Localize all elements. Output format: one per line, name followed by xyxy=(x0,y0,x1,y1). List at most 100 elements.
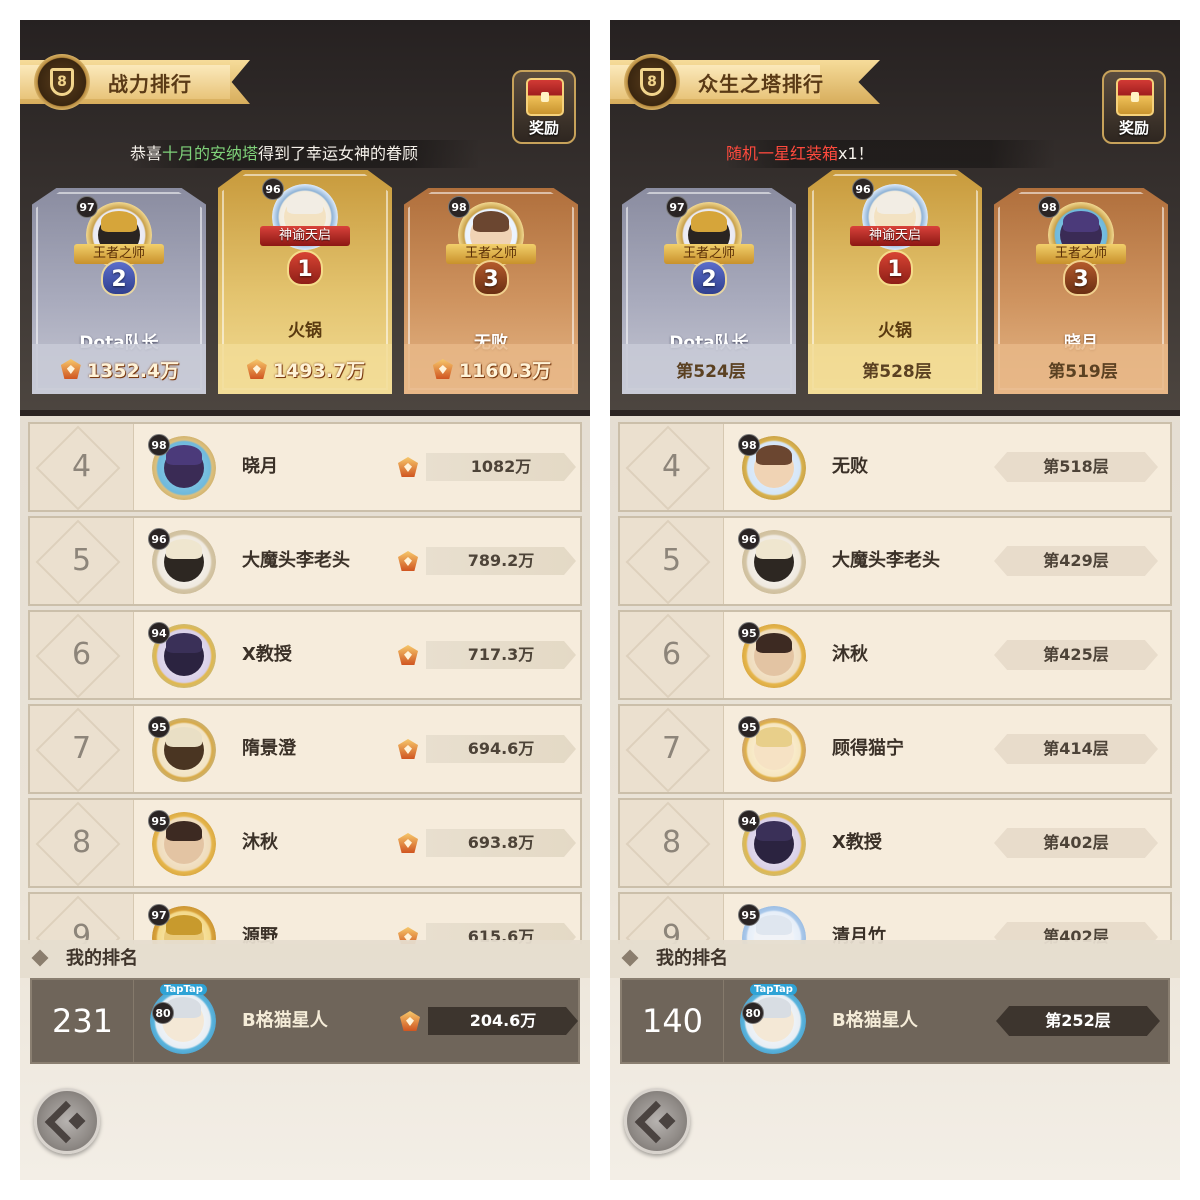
power-value: 1160.3万 xyxy=(404,344,578,394)
ranking-row[interactable]: 5 96 大魔头李老头 第429层 xyxy=(618,516,1172,606)
level-badge: 96 xyxy=(852,178,874,200)
floor-value: 第429层 xyxy=(994,546,1158,576)
ranking-row[interactable]: 7 95 隋景澄 694.6万 xyxy=(28,704,582,794)
floor-value-text: 第519层 xyxy=(1048,361,1118,382)
rank-medal: 2 xyxy=(101,260,137,296)
my-rank-label: 我的排名 xyxy=(656,948,728,969)
level-badge: 97 xyxy=(666,196,688,218)
power-value: 693.8万 xyxy=(396,828,576,858)
tower-ranking-panel: 8 众生之塔排行 奖励 随机一星红装箱x1！ 97 王者之师 2 Dota队长 … xyxy=(610,20,1180,1180)
my-rank-label: 我的排名 xyxy=(66,948,138,969)
podium-first[interactable]: 96 神谕天启 1 火锅 1493.7万 xyxy=(218,170,392,394)
power-value: 789.2万 xyxy=(396,546,576,576)
avatar: 98 xyxy=(148,434,216,500)
podium-third[interactable]: 98 王者之师 3 无败 1160.3万 xyxy=(404,188,578,394)
ranking-row[interactable]: 8 95 沐秋 693.8万 xyxy=(28,798,582,888)
floor-value: 第519层 xyxy=(994,344,1168,394)
player-name: 晓月 xyxy=(242,456,278,477)
power-icon xyxy=(396,643,420,667)
rank-number: 9 xyxy=(620,894,724,944)
my-rank-number: 231 xyxy=(32,980,134,1062)
announcement-marquee: 恭喜十月的安纳塔得到了幸运女神的眷顾 xyxy=(130,140,480,168)
back-button[interactable] xyxy=(624,1088,690,1154)
level-badge: 96 xyxy=(738,528,760,550)
player-name: B格猫星人 xyxy=(242,1010,328,1031)
player-name: 沐秋 xyxy=(242,832,278,853)
avatar: 96 xyxy=(738,528,806,594)
avatar: 95 xyxy=(148,810,216,876)
my-rank-row[interactable]: 231 TapTap 80 B格猫星人 204.6万 xyxy=(30,978,580,1064)
rank-medal: 3 xyxy=(1063,260,1099,296)
podium-second[interactable]: 97 王者之师 2 Dota队长 第524层 xyxy=(622,188,796,394)
ranking-row[interactable]: 4 98 晓月 1082万 xyxy=(28,422,582,512)
ranking-row[interactable]: 8 94 X教授 第402层 xyxy=(618,798,1172,888)
podium-third[interactable]: 98 王者之师 3 晓月 第519层 xyxy=(994,188,1168,394)
floor-value-text: 第524层 xyxy=(676,361,746,382)
avatar: 95 xyxy=(738,716,806,782)
reward-button[interactable]: 奖励 xyxy=(512,70,576,144)
player-name: 大魔头李老头 xyxy=(242,550,350,571)
power-value: 694.6万 xyxy=(396,734,576,764)
rank-number: 8 xyxy=(620,800,724,886)
power-icon xyxy=(431,357,455,381)
rank-number: 5 xyxy=(30,518,134,604)
taptap-badge: TapTap xyxy=(750,984,797,995)
power-value-text: 1493.7万 xyxy=(272,359,366,382)
taptap-badge: TapTap xyxy=(160,984,207,995)
my-rank-header: 我的排名 xyxy=(20,940,590,978)
player-name: 顾得猫宁 xyxy=(832,738,904,759)
player-name: B格猫星人 xyxy=(832,1010,918,1031)
player-name: X教授 xyxy=(832,832,882,853)
avatar: 97 xyxy=(148,904,216,944)
level-badge: 98 xyxy=(148,434,170,456)
ranking-row[interactable]: 4 98 无败 第518层 xyxy=(618,422,1172,512)
back-button[interactable] xyxy=(34,1088,100,1154)
ranking-row[interactable]: 7 95 顾得猫宁 第414层 xyxy=(618,704,1172,794)
level-badge: 96 xyxy=(148,528,170,550)
ranking-row[interactable]: 9 95 清月竹 第402层 xyxy=(618,892,1172,944)
avatar: 96 xyxy=(148,528,216,594)
ranking-row[interactable]: 6 95 沐秋 第425层 xyxy=(618,610,1172,700)
marquee-player-name: 十月的安纳塔 xyxy=(162,144,259,163)
ranking-list[interactable]: 4 98 晓月 1082万 5 96 大魔头李老头 789.2万 6 94 X教… xyxy=(28,422,582,944)
podium-second[interactable]: 97 王者之师 2 Dota队长 1352.4万 xyxy=(32,188,206,394)
power-value: 1082万 xyxy=(396,452,576,482)
power-value: 717.3万 xyxy=(396,640,576,670)
rank-number: 8 xyxy=(30,800,134,886)
player-name: 火锅 xyxy=(288,321,322,341)
title-banner: 神谕天启 xyxy=(260,226,350,246)
player-name: X教授 xyxy=(242,644,292,665)
avatar: 94 xyxy=(148,622,216,688)
avatar: TapTap 80 xyxy=(150,984,216,1054)
rank-medal: 1 xyxy=(877,250,913,286)
level-badge: 98 xyxy=(1038,196,1060,218)
rank-number: 4 xyxy=(30,424,134,510)
floor-value: 第402层 xyxy=(994,828,1158,858)
page-title: 战力排行 xyxy=(108,72,192,96)
ranking-list[interactable]: 4 98 无败 第518层 5 96 大魔头李老头 第429层 6 95 沐秋 … xyxy=(618,422,1172,944)
level-badge: 95 xyxy=(738,904,760,926)
floor-value-text: 第528层 xyxy=(862,361,932,382)
floor-value: 第518层 xyxy=(994,452,1158,482)
my-rank-row[interactable]: 140 TapTap 80 B格猫星人 第252层 xyxy=(620,978,1170,1064)
power-value-text: 1352.4万 xyxy=(86,359,180,382)
power-value: 1352.4万 xyxy=(32,344,206,394)
player-name: 火锅 xyxy=(878,321,912,341)
power-value-text: 789.2万 xyxy=(426,547,576,575)
ranking-row[interactable]: 9 97 源野 615.6万 xyxy=(28,892,582,944)
diamond-icon xyxy=(31,949,49,967)
level-badge: 98 xyxy=(738,434,760,456)
ranking-row[interactable]: 5 96 大魔头李老头 789.2万 xyxy=(28,516,582,606)
rank-number: 9 xyxy=(30,894,134,944)
avatar: 95 xyxy=(148,716,216,782)
podium-first[interactable]: 96 神谕天启 1 火锅 第528层 xyxy=(808,170,982,394)
rank-medal: 3 xyxy=(473,260,509,296)
ranking-row[interactable]: 6 94 X教授 717.3万 xyxy=(28,610,582,700)
power-icon xyxy=(245,357,269,381)
power-value: 204.6万 xyxy=(398,1006,578,1036)
rank-number: 6 xyxy=(620,612,724,698)
diamond-icon xyxy=(621,949,639,967)
power-value-text: 694.6万 xyxy=(426,735,576,763)
power-value-text: 1160.3万 xyxy=(458,359,552,382)
reward-button[interactable]: 奖励 xyxy=(1102,70,1166,144)
